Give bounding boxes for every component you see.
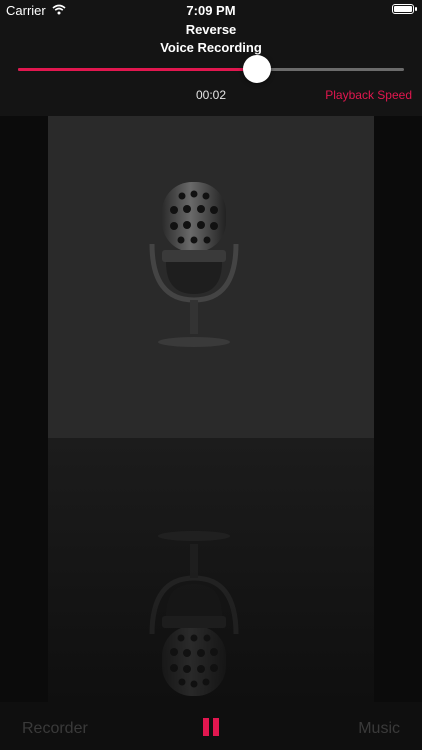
status-bar: Carrier 7:09 PM (0, 0, 422, 22)
progress-thumb[interactable] (243, 55, 272, 83)
recording-title-line-1: Reverse (185, 22, 237, 37)
tab-music[interactable]: Music (358, 720, 400, 738)
tab-bar: Recorder Music (0, 702, 422, 750)
status-time: 7:09 PM (186, 3, 236, 18)
microphone-reflection (149, 531, 239, 696)
battery-icon (392, 4, 417, 14)
pause-icon[interactable] (200, 716, 222, 738)
progress-fill (18, 68, 258, 71)
playback-speed-button[interactable]: Playback Speed (325, 88, 412, 102)
microphone-icon (149, 182, 239, 347)
tab-recorder[interactable]: Recorder (22, 720, 88, 738)
recording-title-line-2: Voice Recording (160, 40, 262, 55)
playback-progress-slider[interactable] (18, 55, 404, 83)
